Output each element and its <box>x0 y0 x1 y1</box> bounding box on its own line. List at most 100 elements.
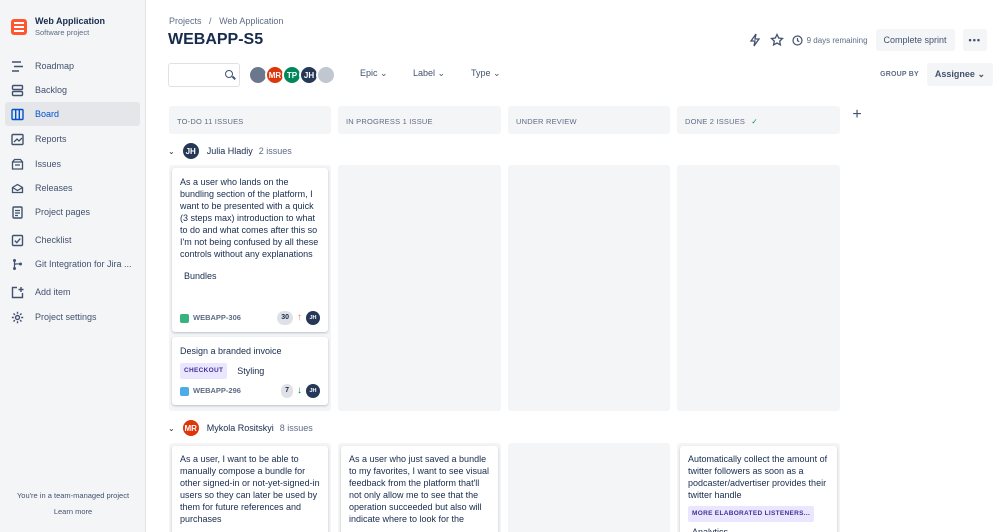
sidebar-item-issues[interactable]: Issues <box>5 152 140 176</box>
breadcrumb-web-application[interactable]: Web Application <box>219 16 283 26</box>
column-under-review[interactable]: UNDER REVIEW <box>508 106 670 134</box>
sidebar-item-label: Project pages <box>35 207 91 217</box>
column-todo[interactable]: TO-DO 11 ISSUES <box>169 106 331 134</box>
team-managed-note: You're in a team-managed project <box>16 491 130 500</box>
group-by-select[interactable]: Assignee ⌄ <box>926 63 993 86</box>
issues-icon <box>11 158 24 170</box>
sidebar-item-label: Git Integration for Jira ... <box>35 259 132 269</box>
sidebar-footer: You're in a team-managed project Learn m… <box>0 488 146 520</box>
issue-card[interactable]: As a user who lands on the bundling sect… <box>172 168 328 332</box>
column-in-progress[interactable]: IN PROGRESS 1 ISSUE <box>338 106 501 134</box>
issue-card[interactable]: As a user, I want to be able to manually… <box>172 446 328 532</box>
sidebar-item-project-pages[interactable]: Project pages <box>5 200 140 224</box>
board-icon <box>11 108 24 120</box>
project-header[interactable]: Web Application Software project <box>11 16 105 37</box>
chevron-down-icon: ⌄ <box>168 423 175 433</box>
issue-card[interactable]: Design a branded invoice CHECKOUT Stylin… <box>172 337 328 405</box>
gear-icon <box>11 311 24 323</box>
card-summary: Automatically collect the amount of twit… <box>688 454 828 500</box>
type-filter[interactable]: Type ⌄ <box>471 68 501 79</box>
story-points: 30 <box>277 311 293 325</box>
search-input[interactable] <box>168 63 240 87</box>
pages-icon <box>12 205 23 219</box>
complete-sprint-button[interactable]: Complete sprint <box>875 29 955 51</box>
label-filter[interactable]: Label ⌄ <box>413 68 445 79</box>
lane-done-julia <box>677 165 840 411</box>
chevron-down-icon: ⌄ <box>493 68 501 78</box>
main-content: Projects / Web Application WEBAPP-S5 9 d… <box>146 0 999 532</box>
sidebar-item-label: Add item <box>35 287 71 297</box>
lane-under-review-julia <box>508 165 670 411</box>
card-label: Analytics <box>688 524 733 532</box>
project-name: Web Application <box>35 16 106 26</box>
breadcrumb: Projects / Web Application <box>169 16 288 26</box>
sidebar-item-add-item[interactable]: Add item <box>5 280 140 304</box>
page-title: WEBAPP-S5 <box>168 31 264 48</box>
card-summary: Design a branded invoice <box>180 346 282 356</box>
issue-key[interactable]: WEBAPP-296 <box>193 385 241 397</box>
epic-filter[interactable]: Epic ⌄ <box>360 68 388 79</box>
chevron-down-icon: ⌄ <box>168 146 175 156</box>
column-done-label: DONE 2 ISSUES <box>685 117 746 126</box>
sidebar-item-reports[interactable]: Reports <box>5 127 140 151</box>
card-tags: CHECKOUT Styling <box>180 363 320 379</box>
sidebar-item-releases[interactable]: Releases <box>5 176 140 200</box>
breadcrumb-separator: / <box>209 16 212 26</box>
issue-key[interactable]: WEBAPP-306 <box>193 312 241 324</box>
add-people-icon[interactable] <box>316 65 336 85</box>
card-footer: WEBAPP-296 7 ↓ JH <box>180 384 320 398</box>
chevron-down-icon: ⌄ <box>380 68 388 78</box>
roadmap-icon <box>12 60 23 72</box>
task-icon <box>180 386 189 396</box>
card-summary: As a user, I want to be able to manually… <box>180 454 320 524</box>
sidebar-item-label: Reports <box>35 134 67 144</box>
issue-card[interactable]: Automatically collect the amount of twit… <box>680 446 837 532</box>
card-label: Styling <box>233 363 269 379</box>
issue-card[interactable]: As a user who just saved a bundle to my … <box>341 446 498 532</box>
assignee-avatar[interactable]: JH <box>306 311 320 325</box>
avatar: JH <box>180 141 201 161</box>
sidebar-item-label: Roadmap <box>35 61 75 71</box>
epic-filter-label: Epic <box>360 68 378 78</box>
swimlane-name: Mykola Rositskyi <box>206 423 274 433</box>
lightning-icon[interactable] <box>748 33 762 47</box>
sidebar-item-label: Issues <box>35 159 62 169</box>
epic-badge: MORE ELABORATED LISTENERS... <box>688 506 815 522</box>
sidebar-item-project-settings[interactable]: Project settings <box>5 305 140 329</box>
header-actions: 9 days remaining Complete sprint ••• <box>748 29 987 51</box>
type-filter-label: Type <box>471 68 491 78</box>
add-column-button[interactable]: + <box>848 106 866 124</box>
assignee-avatar[interactable]: JH <box>306 384 320 398</box>
learn-more-link[interactable]: Learn more <box>0 504 146 520</box>
sidebar-item-board[interactable]: Board <box>5 102 140 126</box>
swimlane-count: 2 issues <box>258 146 292 156</box>
swimlane-header-julia[interactable]: ⌄ JH Julia Hladiy 2 issues <box>168 141 292 161</box>
priority-low-icon: ↓ <box>297 385 302 396</box>
board-toolbar: MR TP JH Epic ⌄ Label ⌄ Type ⌄ GROUP BY … <box>168 63 993 87</box>
sidebar-item-label: Releases <box>35 183 73 193</box>
sidebar-item-roadmap[interactable]: Roadmap <box>5 54 140 78</box>
card-summary: As a user who lands on the bundling sect… <box>180 177 319 259</box>
breadcrumb-projects[interactable]: Projects <box>169 16 202 26</box>
sidebar-item-label: Project settings <box>35 312 97 322</box>
project-logo-icon <box>11 19 27 35</box>
column-done[interactable]: DONE 2 ISSUES ✓ <box>677 106 840 134</box>
more-actions-button[interactable]: ••• <box>962 29 987 51</box>
check-icon: ✓ <box>751 117 758 126</box>
sidebar-item-label: Checklist <box>35 235 72 245</box>
swimlane-header-mykola[interactable]: ⌄ MR Mykola Rositskyi 8 issues <box>168 418 313 438</box>
star-icon[interactable] <box>769 33 784 47</box>
backlog-icon <box>11 84 24 96</box>
avatar: MR <box>180 418 201 438</box>
sidebar-item-backlog[interactable]: Backlog <box>5 78 140 102</box>
sidebar-item-git-integration[interactable]: Git Integration for Jira ... <box>5 252 140 276</box>
sidebar: Web Application Software project Roadmap… <box>0 0 146 532</box>
card-footer: WEBAPP-306 30 ↑ JH <box>180 311 320 325</box>
sidebar-item-label: Board <box>35 109 60 119</box>
releases-icon <box>11 183 24 193</box>
epic-badge: CHECKOUT <box>180 363 228 379</box>
lane-under-review-mykola <box>508 443 670 532</box>
sidebar-item-checklist[interactable]: Checklist <box>5 228 140 252</box>
project-type: Software project <box>35 28 90 37</box>
card-label: Bundles <box>180 268 221 284</box>
